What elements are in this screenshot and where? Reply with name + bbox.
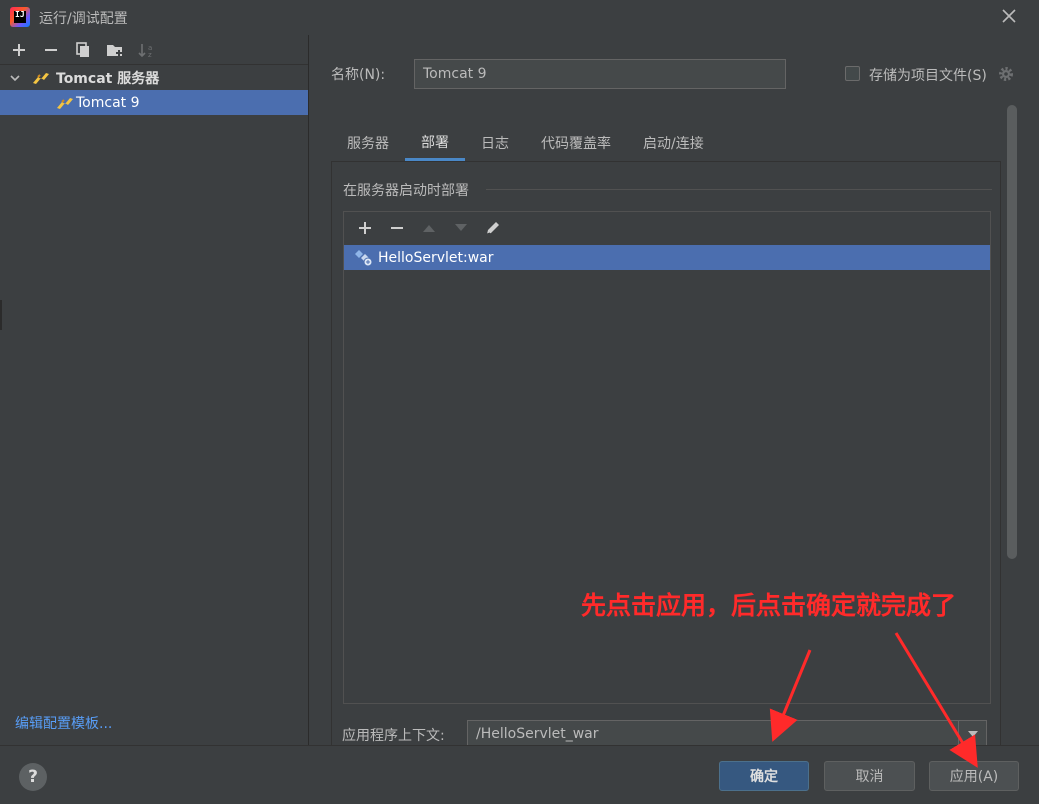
name-field[interactable]: Tomcat 9 (414, 59, 786, 89)
tab-deployment[interactable]: 部署 (405, 125, 465, 161)
add-icon[interactable] (352, 215, 378, 241)
edit-templates-link[interactable]: 编辑配置模板... (15, 713, 112, 733)
tab-server[interactable]: 服务器 (331, 125, 405, 161)
configuration-editor: 名称(N): Tomcat 9 存储为项目文件(S) 服务器 部署 日志 代码覆… (310, 35, 1039, 761)
app-logo-icon: IJ (10, 7, 30, 27)
tomcat-icon (32, 71, 50, 85)
deployment-list-box: HelloServlet:war (343, 211, 991, 704)
deployment-toolbar (344, 212, 990, 244)
move-up-icon[interactable] (416, 215, 442, 241)
app-logo-text: IJ (15, 10, 25, 19)
list-item[interactable]: HelloServlet:war (344, 245, 990, 270)
tree-group-label: Tomcat 服务器 (56, 70, 160, 87)
remove-icon[interactable] (384, 215, 410, 241)
application-context-value: /HelloServlet_war (476, 726, 599, 742)
config-list-toolbar: az (0, 35, 308, 65)
copy-icon[interactable] (72, 39, 94, 61)
deploy-item-label: HelloServlet:war (378, 249, 494, 266)
deployment-tab-content: 在服务器启动时部署 HelloServlet:war (331, 161, 1001, 761)
configuration-tree: Tomcat 服务器 Tomcat 9 (0, 65, 308, 115)
add-icon[interactable] (8, 39, 30, 61)
gear-icon[interactable] (997, 65, 1015, 83)
apply-button[interactable]: 应用(A) (929, 761, 1019, 791)
application-context-label: 应用程序上下文: (342, 728, 445, 744)
deployment-list: HelloServlet:war (344, 245, 990, 703)
folder-add-icon[interactable] (104, 39, 126, 61)
tree-item-label: Tomcat 9 (76, 94, 140, 111)
tab-startup-connection[interactable]: 启动/连接 (627, 125, 720, 161)
move-down-icon[interactable] (448, 215, 474, 241)
store-as-project-file-label: 存储为项目文件(S) (869, 68, 987, 84)
ok-button[interactable]: 确定 (719, 761, 809, 791)
section-divider (486, 189, 992, 190)
tree-item-tomcat-9[interactable]: Tomcat 9 (0, 90, 308, 115)
tomcat-icon (56, 96, 74, 110)
name-label: 名称(N): (331, 67, 386, 83)
dropdown-arrow-icon[interactable] (958, 721, 986, 747)
tab-logs[interactable]: 日志 (465, 125, 525, 161)
tab-code-coverage[interactable]: 代码覆盖率 (525, 125, 627, 161)
remove-icon[interactable] (40, 39, 62, 61)
chevron-down-icon[interactable] (8, 71, 22, 85)
cancel-button[interactable]: 取消 (824, 761, 915, 791)
title-bar: IJ 运行/调试配置 (0, 0, 1039, 35)
artifact-war-icon (354, 249, 374, 267)
store-as-project-file-checkbox[interactable] (845, 66, 860, 81)
config-tabs: 服务器 部署 日志 代码覆盖率 启动/连接 (331, 125, 720, 161)
sort-icon[interactable]: az (136, 39, 158, 61)
tree-group-tomcat[interactable]: Tomcat 服务器 (0, 65, 308, 90)
svg-text:z: z (148, 51, 152, 58)
vertical-scrollbar[interactable] (1007, 105, 1017, 559)
application-context-combo[interactable]: /HelloServlet_war (467, 720, 987, 748)
configuration-list-panel: az Tomcat 服务器 Tomcat 9 编辑配置模板... (0, 35, 309, 745)
close-icon[interactable] (1001, 8, 1017, 24)
deploy-section-title: 在服务器启动时部署 (343, 183, 469, 199)
dialog-footer: ? 确定 取消 应用(A) (0, 745, 1039, 804)
annotation-text: 先点击应用，后点击确定就完成了 (581, 591, 957, 620)
panel-edge-marker (0, 300, 2, 330)
help-button[interactable]: ? (19, 763, 47, 791)
edit-icon[interactable] (480, 215, 506, 241)
window-title: 运行/调试配置 (39, 11, 128, 27)
